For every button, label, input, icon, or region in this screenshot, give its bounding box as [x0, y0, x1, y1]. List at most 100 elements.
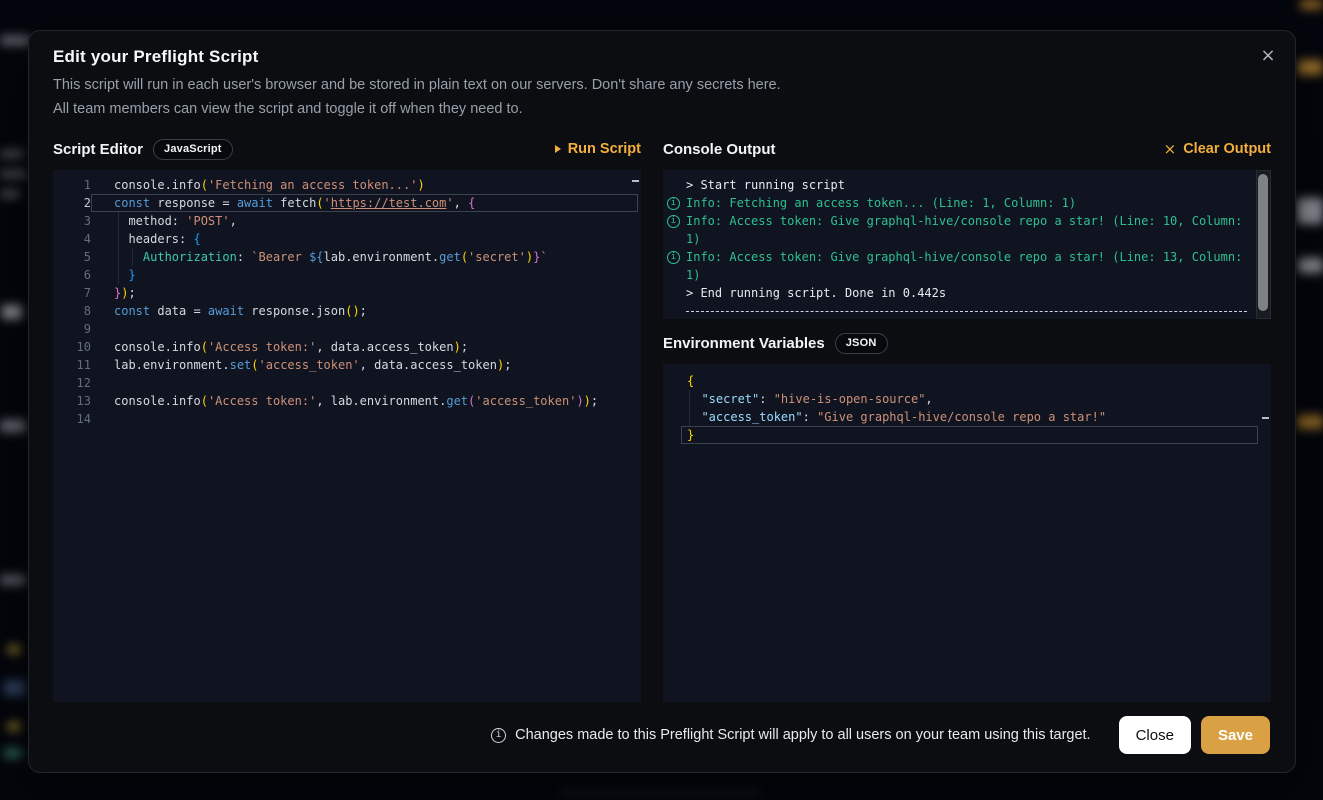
console-message: Info: Access token: Give graphql-hive/co…: [686, 248, 1253, 284]
modal-description-line2: All team members can view the script and…: [53, 97, 1271, 121]
backdrop-artifact: [0, 170, 27, 178]
line-number: 4: [53, 230, 91, 248]
script-editor-title: Script Editor: [53, 141, 143, 158]
play-icon: [555, 145, 561, 153]
info-icon: i: [667, 215, 680, 228]
modal-description-line1: This script will run in each user's brow…: [53, 73, 1271, 97]
code-text: console.info('Access token:', data.acces…: [91, 338, 638, 356]
code-text: const response = await fetch('https://te…: [91, 194, 638, 212]
code-text: }: [681, 426, 1258, 444]
code-text: headers: {: [91, 230, 638, 248]
code-line: 7});: [53, 284, 641, 302]
backdrop-artifact: [0, 150, 24, 158]
modal-title: Edit your Preflight Script: [53, 47, 1271, 67]
info-icon: i: [667, 197, 680, 210]
code-text: console.info('Fetching an access token..…: [91, 176, 638, 194]
code-text: console.info('Access token:', lab.enviro…: [91, 392, 638, 410]
console-scrollbar-track[interactable]: [1256, 170, 1271, 319]
line-number: 5: [53, 248, 91, 266]
line-number: 13: [53, 392, 91, 410]
json-badge: JSON: [835, 333, 888, 354]
run-script-label: Run Script: [568, 141, 641, 157]
console-scrollbar-thumb[interactable]: [1258, 174, 1268, 311]
backdrop-artifact: [1298, 258, 1323, 273]
line-number: 9: [53, 320, 91, 338]
code-text: [91, 374, 638, 392]
modal-description: This script will run in each user's brow…: [53, 73, 1271, 121]
footer-notice-text: Changes made to this Preflight Script wi…: [515, 727, 1090, 743]
line-number: 10: [53, 338, 91, 356]
line-number: 8: [53, 302, 91, 320]
code-line: "secret": "hive-is-open-source",: [681, 390, 1271, 408]
code-line: 1console.info('Fetching an access token.…: [53, 176, 641, 194]
code-line: 5 Authorization: `Bearer ${lab.environme…: [53, 248, 641, 266]
code-line: 14: [53, 410, 641, 428]
console-entry: i Info: Access token: Give graphql-hive/c…: [667, 248, 1253, 284]
modal-footer: i Changes made to this Preflight Script …: [53, 716, 1271, 754]
footer-notice: i Changes made to this Preflight Script …: [491, 727, 1090, 743]
code-line: 9: [53, 320, 641, 338]
console-entry: > End running script. Done in 0.442s: [667, 284, 1253, 302]
language-badge: JavaScript: [153, 139, 233, 160]
code-text: });: [91, 284, 638, 302]
code-text: {: [681, 372, 1258, 390]
console-entry: i Info: Access token: Give graphql-hive/c…: [667, 212, 1253, 248]
code-line: 10console.info('Access token:', data.acc…: [53, 338, 641, 356]
console-header: Console Output × Clear Output: [663, 137, 1271, 161]
backdrop-artifact: [0, 190, 20, 198]
code-text: method: 'POST',: [91, 212, 638, 230]
backdrop-artifact: [1300, 0, 1323, 9]
console-message: Info: Access token: Give graphql-hive/co…: [686, 212, 1253, 248]
line-number: 1: [53, 176, 91, 194]
code-line: "access_token": "Give graphql-hive/conso…: [681, 408, 1271, 426]
code-line: 2const response = await fetch('https://t…: [53, 194, 641, 212]
line-number: 3: [53, 212, 91, 230]
entry-spacer: [667, 287, 680, 300]
code-text: }: [91, 266, 638, 284]
save-button[interactable]: Save: [1201, 716, 1270, 754]
backdrop-artifact: [2, 305, 22, 319]
console-separator: [686, 311, 1247, 312]
script-editor-column: Script Editor JavaScript Run Script 1con…: [53, 137, 641, 702]
console-message: > Start running script: [686, 176, 1253, 194]
info-icon: i: [491, 728, 506, 743]
console-message: Info: Fetching an access token... (Line:…: [686, 194, 1253, 212]
close-icon[interactable]: ×: [1255, 43, 1281, 69]
backdrop-artifact: [560, 790, 760, 796]
close-button[interactable]: Close: [1119, 716, 1191, 754]
script-code-editor[interactable]: 1console.info('Fetching an access token.…: [53, 170, 641, 702]
console-entries: > Start running script i Info: Fetching an…: [667, 176, 1253, 302]
backdrop-artifact: [0, 36, 30, 45]
code-text: [91, 320, 638, 338]
code-line: 11lab.environment.set('access_token', da…: [53, 356, 641, 374]
code-text: "access_token": "Give graphql-hive/conso…: [681, 408, 1258, 426]
code-text: Authorization: `Bearer ${lab.environment…: [91, 248, 638, 266]
backdrop-artifact: [4, 748, 22, 758]
environment-variables-title: Environment Variables: [663, 335, 825, 352]
console-entry: i Info: Fetching an access token... (Line…: [667, 194, 1253, 212]
code-text: const data = await response.json();: [91, 302, 638, 320]
code-line: 13console.info('Access token:', lab.envi…: [53, 392, 641, 410]
backdrop-artifact: [0, 420, 26, 432]
console-entry: > Start running script: [667, 176, 1253, 194]
code-text: lab.environment.set('access_token', data…: [91, 356, 638, 374]
output-column: Console Output × Clear Output > Start ru…: [663, 137, 1271, 702]
info-icon: i: [667, 251, 680, 264]
clear-icon: ×: [1164, 142, 1177, 157]
environment-variables-header: Environment Variables JSON: [663, 331, 1271, 355]
line-number: 14: [53, 410, 91, 428]
console-message: > End running script. Done in 0.442s: [686, 284, 1253, 302]
environment-variables-editor[interactable]: { "secret": "hive-is-open-source", "acce…: [663, 364, 1271, 702]
run-script-button[interactable]: Run Script: [555, 141, 641, 157]
backdrop-artifact: [8, 722, 20, 731]
code-line: {: [681, 372, 1271, 390]
code-text: [91, 410, 638, 428]
clear-output-button[interactable]: × Clear Output: [1164, 141, 1271, 157]
overview-ruler-mark: [1262, 417, 1269, 419]
line-number: 12: [53, 374, 91, 392]
code-line: 3 method: 'POST',: [53, 212, 641, 230]
backdrop-artifact: [0, 575, 26, 585]
modal-body: Script Editor JavaScript Run Script 1con…: [53, 137, 1271, 702]
line-number: 11: [53, 356, 91, 374]
code-line: 12: [53, 374, 641, 392]
